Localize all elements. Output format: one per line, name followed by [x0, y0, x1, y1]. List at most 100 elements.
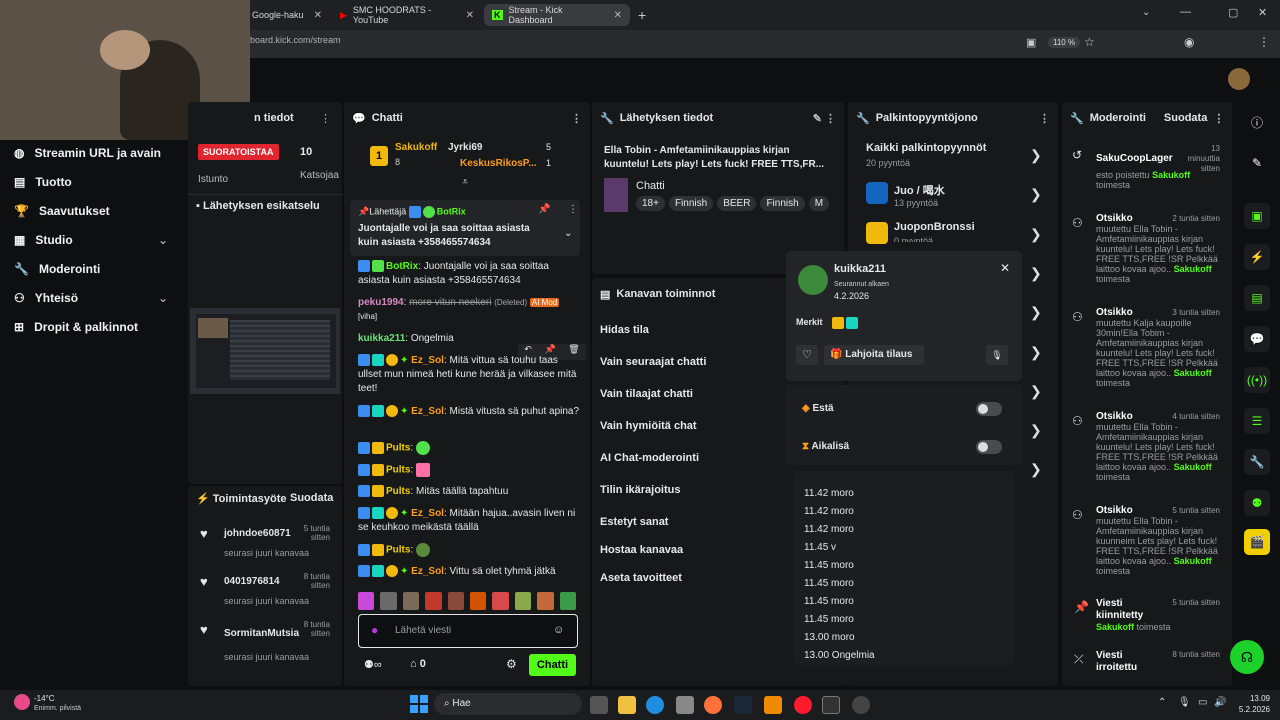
- heart-icon[interactable]: ♡: [796, 345, 818, 365]
- action-slow-mode[interactable]: Hidas tila: [600, 324, 649, 336]
- chat-message[interactable]: Pults:: [358, 543, 580, 558]
- activity-user[interactable]: johndoe60871: [224, 528, 291, 539]
- chat-message[interactable]: Pults:: [358, 463, 580, 478]
- steam-icon[interactable]: [734, 696, 752, 714]
- close-icon[interactable]: ✕: [466, 10, 474, 21]
- tag[interactable]: BEER: [717, 196, 757, 211]
- folder-icon[interactable]: [618, 696, 636, 714]
- chevron-right-icon[interactable]: ❯: [1030, 461, 1042, 478]
- all-rewards[interactable]: Kaikki palkintopyynnöt: [866, 142, 986, 154]
- nav-community[interactable]: ⚇ Yhteisö: [14, 291, 78, 305]
- emote-icon[interactable]: [537, 592, 554, 610]
- gift-sub-button[interactable]: 🎁 Lahjoita tilaus: [824, 345, 924, 365]
- close-icon[interactable]: ✕: [1000, 261, 1010, 275]
- support-icon[interactable]: ☊: [1230, 640, 1264, 674]
- category-name[interactable]: Chatti: [636, 180, 665, 192]
- edge-icon[interactable]: [646, 696, 664, 714]
- emote-icon[interactable]: [559, 592, 577, 610]
- emoji-icon[interactable]: ☺: [553, 624, 564, 636]
- menu-icon[interactable]: ⋮: [320, 112, 331, 125]
- list-icon[interactable]: ☰: [1244, 408, 1270, 434]
- action-ai-moderation[interactable]: AI Chat-moderointi: [600, 452, 699, 464]
- chevron-right-icon[interactable]: ❯: [1030, 186, 1042, 203]
- chevron-down-icon[interactable]: ⌄: [564, 228, 572, 239]
- timeout-action[interactable]: ⧗ Aikalisä: [802, 441, 849, 452]
- info-icon[interactable]: ⓘ: [1244, 109, 1270, 135]
- chat-message[interactable]: BotRix: Juontajalle voi ja saa soittaa a…: [358, 260, 580, 288]
- edit-icon[interactable]: ✎: [1244, 150, 1270, 176]
- lightning-icon[interactable]: ⚡: [1244, 244, 1270, 270]
- activity-filter-button[interactable]: Suodata: [290, 492, 333, 504]
- close-icon[interactable]: ✕: [614, 10, 622, 21]
- collapse-icon[interactable]: ⩡: [462, 176, 468, 189]
- profile-icon[interactable]: ◉: [1184, 35, 1194, 49]
- menu-icon[interactable]: ⋮: [571, 112, 582, 125]
- action-age-restriction[interactable]: Tilin ikärajoitus: [600, 484, 681, 496]
- activity-user[interactable]: SormitanMutsia: [224, 628, 299, 639]
- chevron-right-icon[interactable]: ❯: [1030, 344, 1042, 361]
- close-window-button[interactable]: ✕: [1258, 6, 1267, 19]
- minimize-button[interactable]: —: [1180, 6, 1191, 18]
- stream-preview[interactable]: [190, 308, 340, 394]
- chat-message[interactable]: ✦ Ez_Sol: Vittu sä olet tyhmä jätkä: [358, 565, 580, 579]
- gifter-name[interactable]: KeskusRikosP...: [460, 158, 537, 169]
- nav-moderation[interactable]: 🔧 Moderointi: [14, 262, 100, 276]
- nav-studio[interactable]: ▦ Studio: [14, 233, 73, 247]
- timeout-toggle[interactable]: [976, 440, 1002, 454]
- chat-input[interactable]: ● Lähetä viesti ☺: [358, 614, 578, 648]
- chevron-right-icon[interactable]: ❯: [1030, 226, 1042, 243]
- firefox-icon[interactable]: [704, 696, 722, 714]
- activity-user[interactable]: 0401976814: [224, 576, 280, 587]
- bookmark-star-icon[interactable]: ☆: [1084, 35, 1095, 49]
- action-followers-only[interactable]: Vain seuraajat chatti: [600, 356, 706, 368]
- url-text[interactable]: board.kick.com/stream: [250, 35, 341, 45]
- menu-icon[interactable]: ⋮: [1039, 112, 1050, 125]
- nav-stream-url[interactable]: ◍ Streamin URL ja avain: [14, 146, 161, 160]
- tag[interactable]: Finnish: [760, 196, 805, 211]
- action-subscribers-only[interactable]: Vain tilaajat chatti: [600, 388, 693, 400]
- vlc-icon[interactable]: [764, 696, 782, 714]
- zoom-indicator[interactable]: 110 %: [1048, 37, 1081, 48]
- avatar[interactable]: [1228, 68, 1250, 90]
- clapper-icon[interactable]: 🎬: [1244, 529, 1270, 555]
- task-view-icon[interactable]: [590, 696, 608, 714]
- mic-icon[interactable]: 🎙: [1178, 697, 1191, 708]
- moderation-filter-button[interactable]: Suodata: [1164, 112, 1207, 124]
- gear-icon[interactable]: ⚙: [506, 657, 517, 671]
- tab-youtube[interactable]: ▶ SMC HOODRATS - YouTube ✕: [332, 4, 482, 26]
- send-chat-button[interactable]: Chatti: [529, 654, 576, 676]
- tag[interactable]: 18+: [636, 196, 665, 211]
- tab-google[interactable]: Google-haku ✕: [244, 4, 330, 26]
- tab-kick-dashboard[interactable]: K Stream - Kick Dashboard ✕: [484, 4, 630, 26]
- gifter-name[interactable]: Jyrki69: [448, 142, 482, 153]
- unpin-icon[interactable]: 📌: [538, 204, 550, 215]
- chat-message[interactable]: peku1994: more vitun neekeri (Deleted) A…: [358, 296, 580, 324]
- weather-temp[interactable]: -14°C: [34, 694, 55, 703]
- obs-icon[interactable]: [852, 696, 870, 714]
- new-tab-button[interactable]: +: [638, 7, 646, 23]
- emote-icon[interactable]: [425, 592, 442, 610]
- chevron-right-icon[interactable]: ❯: [1030, 265, 1042, 282]
- chat-message[interactable]: ✦ Ez_Sol: Mitään hajua..avasin liven ni …: [358, 507, 580, 535]
- nav-achievements[interactable]: 🏆 Saavutukset: [14, 204, 110, 218]
- terminal-icon[interactable]: [822, 696, 840, 714]
- tag[interactable]: Finnish: [668, 196, 714, 211]
- chat-message[interactable]: ✦ Ez_Sol: Mitä vittua sä touhu taas ulls…: [358, 354, 580, 396]
- mic-icon[interactable]: ●: [371, 623, 378, 637]
- chevron-right-icon[interactable]: ❯: [1030, 304, 1042, 321]
- opera-icon[interactable]: [794, 696, 812, 714]
- menu-icon[interactable]: ⋮: [1213, 112, 1224, 125]
- edit-icon[interactable]: ✎ ⋮: [813, 112, 836, 125]
- chat-icon[interactable]: 💬: [1244, 326, 1270, 352]
- community-icon[interactable]: ⚉: [1244, 490, 1270, 516]
- nav-revenue[interactable]: ▤ Tuotto: [14, 175, 72, 189]
- network-icon[interactable]: ▭: [1198, 697, 1207, 708]
- browser-menu-icon[interactable]: ⋮: [1258, 35, 1270, 49]
- tab-list-icon[interactable]: ⌄: [1142, 7, 1150, 18]
- chevron-right-icon[interactable]: ❯: [1030, 147, 1042, 164]
- chat-message[interactable]: ✦ Ez_Sol: Mistä vitusta sä puhut apina?: [358, 405, 580, 419]
- windows-start-icon[interactable]: [410, 695, 428, 713]
- action-set-goals[interactable]: Aseta tavoitteet: [600, 572, 682, 584]
- ban-action[interactable]: ◈ Estä: [802, 403, 834, 414]
- emote-icon[interactable]: [358, 592, 375, 610]
